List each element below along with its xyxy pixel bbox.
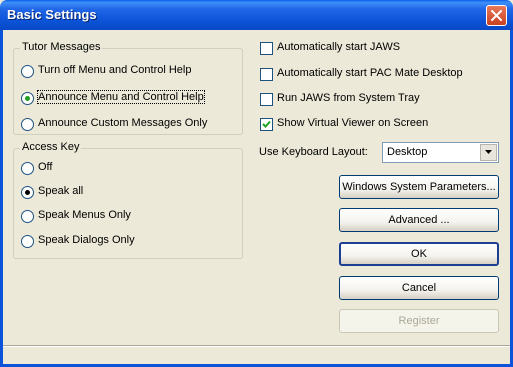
checkbox-auto-start-jaws-label[interactable]: Automatically start JAWS: [277, 41, 400, 53]
radio-access-off-label[interactable]: Off: [38, 161, 52, 173]
checkbox-virtual-viewer[interactable]: [260, 118, 273, 131]
radio-access-off[interactable]: [21, 162, 34, 175]
window-title: Basic Settings: [7, 7, 97, 22]
checkbox-auto-start-pac-mate-label[interactable]: Automatically start PAC Mate Desktop: [277, 67, 463, 79]
checkbox-system-tray[interactable]: [260, 93, 273, 106]
radio-announce-custom[interactable]: [21, 118, 34, 131]
cancel-button[interactable]: Cancel: [339, 276, 499, 300]
checkbox-system-tray-label[interactable]: Run JAWS from System Tray: [277, 92, 420, 104]
checkmark-icon: [262, 120, 271, 128]
radio-speak-dialogs[interactable]: [21, 235, 34, 248]
checkbox-auto-start-jaws[interactable]: [260, 42, 273, 55]
access-key-legend: Access Key: [20, 141, 82, 153]
radio-announce-help[interactable]: [21, 92, 34, 105]
radio-speak-menus[interactable]: [21, 210, 34, 223]
checkbox-virtual-viewer-label[interactable]: Show Virtual Viewer on Screen: [277, 117, 428, 129]
radio-speak-dialogs-label[interactable]: Speak Dialogs Only: [38, 234, 135, 246]
close-button[interactable]: [486, 5, 507, 26]
radio-announce-help-label[interactable]: Announce Menu and Control Help: [37, 90, 205, 104]
keyboard-layout-value: Desktop: [387, 146, 428, 158]
keyboard-layout-label: Use Keyboard Layout:: [259, 146, 368, 158]
register-button: Register: [339, 309, 499, 333]
ok-button[interactable]: OK: [339, 242, 499, 266]
window-frame-left: [0, 30, 3, 367]
chevron-down-icon: [485, 150, 492, 154]
tutor-messages-legend: Tutor Messages: [20, 41, 103, 53]
radio-speak-all-label[interactable]: Speak all: [38, 185, 83, 197]
radio-turn-off-help-label[interactable]: Turn off Menu and Control Help: [38, 64, 191, 76]
title-bar[interactable]: Basic Settings: [0, 0, 513, 30]
radio-speak-all[interactable]: [21, 186, 34, 199]
keyboard-layout-dropdown-button[interactable]: [480, 144, 497, 161]
keyboard-layout-select[interactable]: Desktop: [382, 142, 499, 163]
close-icon: [491, 10, 502, 21]
radio-announce-custom-label[interactable]: Announce Custom Messages Only: [38, 117, 207, 129]
radio-speak-menus-label[interactable]: Speak Menus Only: [38, 209, 131, 221]
status-divider-highlight: [3, 346, 510, 347]
radio-turn-off-help[interactable]: [21, 65, 34, 78]
advanced-button[interactable]: Advanced ...: [339, 208, 499, 232]
system-parameters-button[interactable]: Windows System Parameters...: [339, 175, 499, 199]
checkbox-auto-start-pac-mate[interactable]: [260, 68, 273, 81]
